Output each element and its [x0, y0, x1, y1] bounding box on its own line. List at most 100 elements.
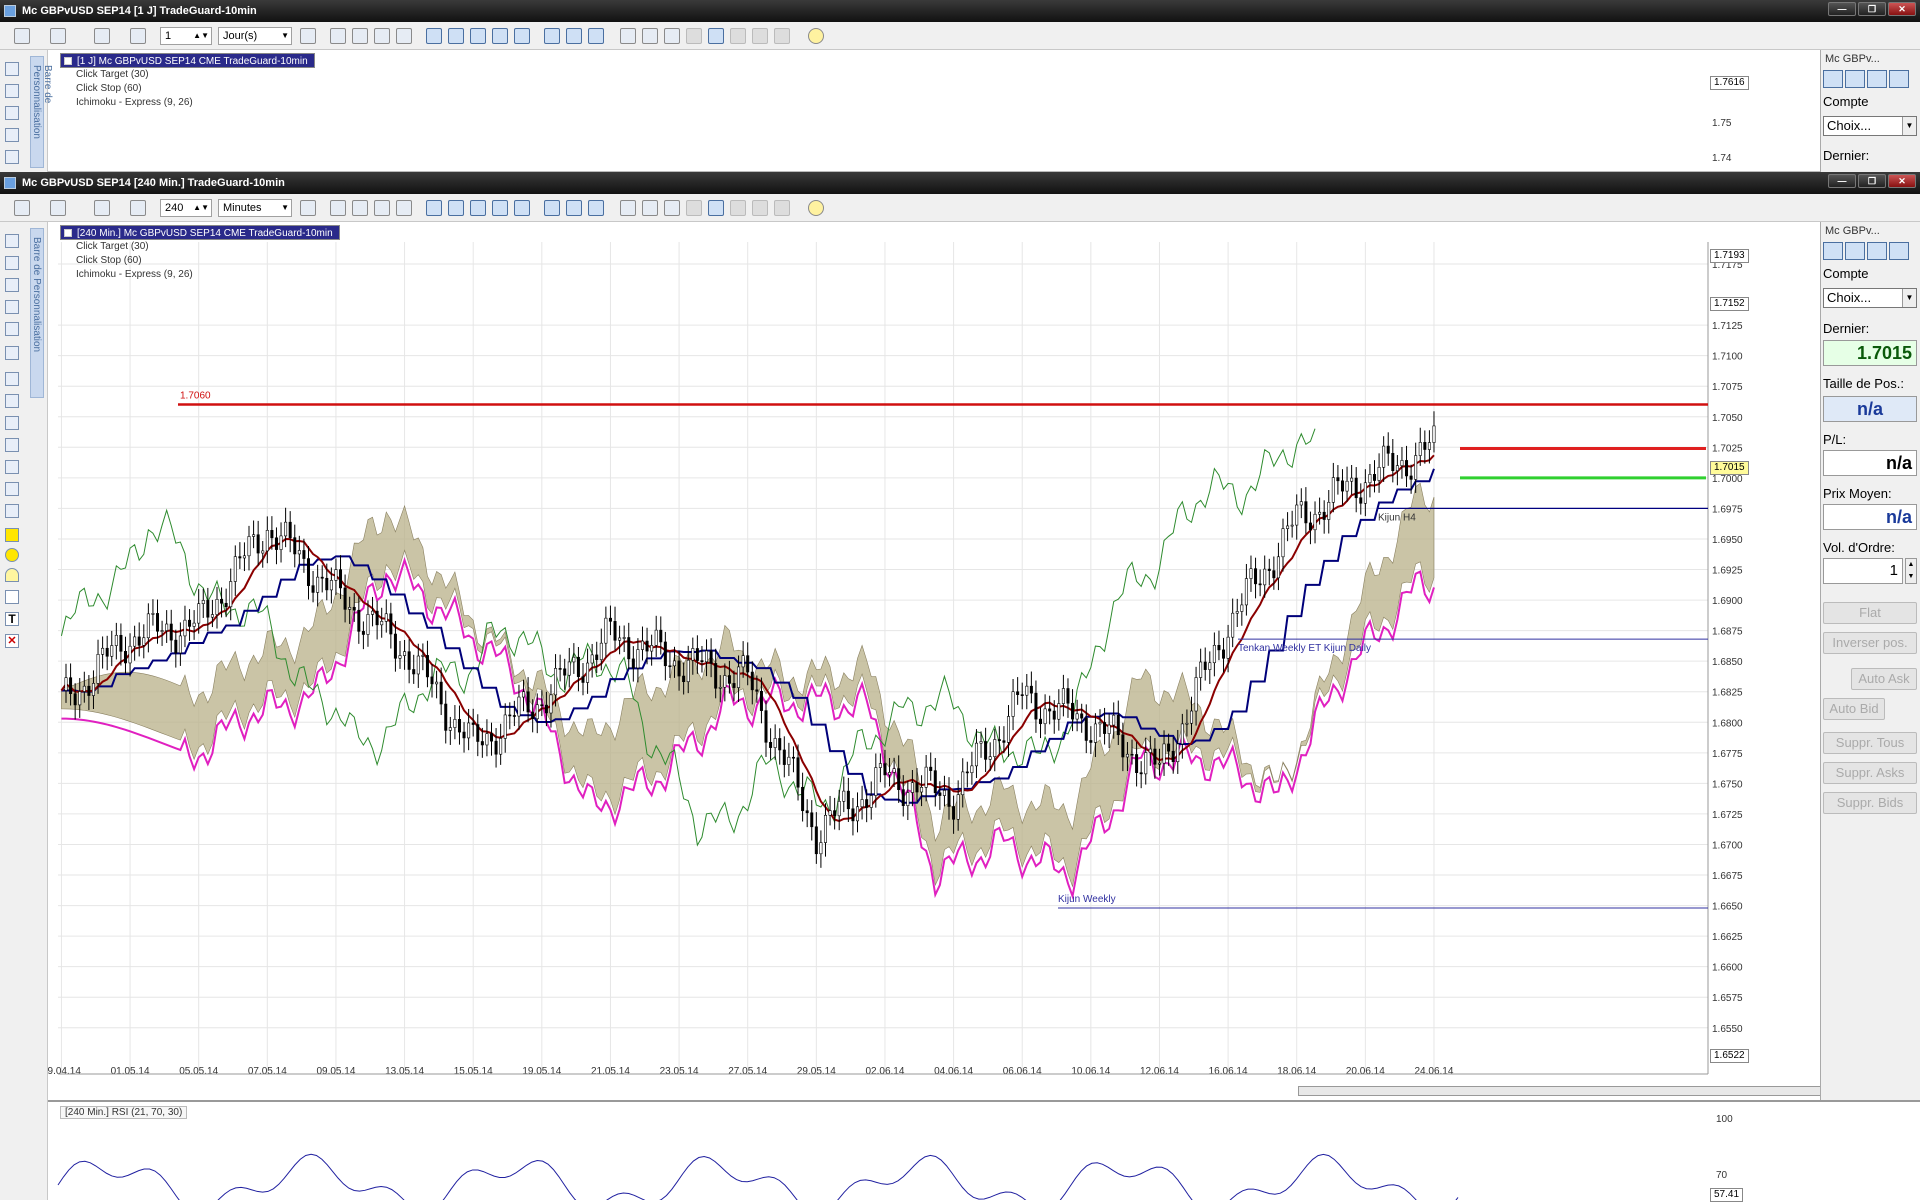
- chart-type-icon[interactable]: [94, 200, 110, 216]
- measure-tool-icon[interactable]: [5, 150, 19, 164]
- vol-ordre-input[interactable]: 1: [1823, 558, 1903, 584]
- open-icon[interactable]: [50, 28, 66, 44]
- rsi-panel[interactable]: [240 Min.] RSI (21, 70, 30) 100 70 57.41: [48, 1100, 1920, 1202]
- inverser-pos-button[interactable]: Inverser pos.: [1823, 632, 1917, 654]
- trend-tool-3-icon[interactable]: [588, 200, 604, 216]
- interval-unit-select[interactable]: Jour(s) ▼: [218, 27, 292, 45]
- properties-icon[interactable]: [448, 200, 464, 216]
- template-icon[interactable]: [514, 28, 530, 44]
- customization-strip[interactable]: Barre de Personnalisation: [30, 56, 53, 168]
- auto-bid-button[interactable]: Auto Bid: [1823, 698, 1885, 720]
- panel-tool-icon[interactable]: [1867, 242, 1887, 260]
- draw-tool-2-icon[interactable]: [5, 416, 19, 430]
- pointer-icon[interactable]: [642, 200, 658, 216]
- close-button[interactable]: ✕: [1888, 174, 1916, 188]
- hand-icon[interactable]: [708, 28, 724, 44]
- fib-tool-icon[interactable]: [5, 84, 19, 98]
- line-draw-icon[interactable]: [5, 590, 19, 604]
- save-icon[interactable]: [14, 200, 30, 216]
- tick-icon[interactable]: [664, 28, 680, 44]
- indicator-icon[interactable]: [426, 200, 442, 216]
- sell-icon[interactable]: [752, 28, 768, 44]
- restore-button[interactable]: ❐: [1858, 174, 1886, 188]
- interval-clock-icon[interactable]: [130, 200, 146, 216]
- indicator-icon[interactable]: [426, 28, 442, 44]
- pan-icon[interactable]: [396, 28, 412, 44]
- tick-icon[interactable]: [664, 200, 680, 216]
- zoom-out-icon[interactable]: [352, 200, 368, 216]
- suppr-bids-button[interactable]: Suppr. Bids: [1823, 792, 1917, 814]
- draw-tool-6-icon[interactable]: [5, 504, 19, 518]
- arc-tool-icon[interactable]: [5, 568, 19, 582]
- wave-icon[interactable]: [686, 28, 702, 44]
- undo-zoom-icon[interactable]: [374, 200, 390, 216]
- pattern-tool-icon[interactable]: [5, 300, 19, 314]
- line-tool-icon[interactable]: [5, 234, 19, 248]
- interval-value-select[interactable]: 1 ▲▼: [160, 27, 212, 45]
- draw-tool-4-icon[interactable]: [5, 460, 19, 474]
- panel-tool-icon[interactable]: [1889, 70, 1909, 88]
- measure-tool-icon[interactable]: [5, 322, 19, 336]
- flag-icon[interactable]: [620, 28, 636, 44]
- rectangle-tool-icon[interactable]: [5, 528, 19, 542]
- draw-tool-1-icon[interactable]: [5, 394, 19, 408]
- minimize-button[interactable]: —: [1828, 2, 1856, 16]
- panel-tool-icon[interactable]: [1889, 242, 1909, 260]
- fib-tool-icon[interactable]: [5, 256, 19, 270]
- cancel-orders-icon[interactable]: [774, 28, 790, 44]
- log-scale-icon[interactable]: [5, 372, 19, 386]
- auto-ask-button[interactable]: Auto Ask: [1851, 668, 1917, 690]
- flag-icon[interactable]: [620, 200, 636, 216]
- trend-tool-2-icon[interactable]: [566, 28, 582, 44]
- suppr-tous-button[interactable]: Suppr. Tous: [1823, 732, 1917, 754]
- horizontal-scrollbar[interactable]: [1298, 1086, 1848, 1096]
- zoom-in-icon[interactable]: [330, 200, 346, 216]
- suppr-asks-button[interactable]: Suppr. Asks: [1823, 762, 1917, 784]
- channel-tool-icon[interactable]: [5, 106, 19, 120]
- top-chart-area[interactable]: [1 J] Mc GBPvUSD SEP14 CME TradeGuard-10…: [48, 50, 1820, 172]
- remove-icon[interactable]: [470, 28, 486, 44]
- chart-type-icon[interactable]: [94, 28, 110, 44]
- buy-icon[interactable]: [730, 28, 746, 44]
- minimize-button[interactable]: —: [1828, 174, 1856, 188]
- interval-clock-icon[interactable]: [130, 28, 146, 44]
- remove-icon[interactable]: [470, 200, 486, 216]
- trend-tool-icon[interactable]: [544, 28, 560, 44]
- price-chart-svg[interactable]: 1.71751.71251.71001.70751.70501.70251.70…: [48, 222, 1820, 1102]
- interval-unit-select[interactable]: Minutes ▼: [218, 199, 292, 217]
- refresh-icon[interactable]: [300, 28, 316, 44]
- restore-button[interactable]: ❐: [1858, 2, 1886, 16]
- trend-tool-icon[interactable]: [544, 200, 560, 216]
- compte-select[interactable]: Choix... ▼: [1823, 288, 1917, 308]
- cancel-orders-icon[interactable]: [774, 200, 790, 216]
- draw-tool-5-icon[interactable]: [5, 482, 19, 496]
- top-compte-select[interactable]: Choix... ▼: [1823, 116, 1917, 136]
- zoom-out-icon[interactable]: [352, 28, 368, 44]
- panel-tool-icon[interactable]: [1867, 70, 1887, 88]
- customization-strip[interactable]: Barre de Personnalisation: [30, 228, 44, 398]
- draw-tool-3-icon[interactable]: [5, 438, 19, 452]
- panel-tool-icon[interactable]: [1845, 242, 1865, 260]
- properties-icon[interactable]: [448, 28, 464, 44]
- trend-tool-3-icon[interactable]: [588, 28, 604, 44]
- y-axis-icon[interactable]: [492, 28, 508, 44]
- refresh-icon[interactable]: [300, 200, 316, 216]
- panel-tool-icon[interactable]: [1823, 242, 1843, 260]
- top-legend-header[interactable]: [1 J] Mc GBPvUSD SEP14 CME TradeGuard-10…: [60, 53, 315, 68]
- trend-tool-2-icon[interactable]: [566, 200, 582, 216]
- sell-icon[interactable]: [752, 200, 768, 216]
- interval-value-select[interactable]: 240 ▲▼: [160, 199, 212, 217]
- gann-tool-icon[interactable]: [5, 346, 19, 360]
- buy-icon[interactable]: [730, 200, 746, 216]
- pointer-icon[interactable]: [642, 28, 658, 44]
- panel-tool-icon[interactable]: [1845, 70, 1865, 88]
- flat-button[interactable]: Flat: [1823, 602, 1917, 624]
- main-legend-header[interactable]: [240 Min.] Mc GBPvUSD SEP14 CME TradeGua…: [60, 225, 340, 240]
- delete-drawings-icon[interactable]: ✕: [5, 634, 19, 648]
- alarm-icon[interactable]: [808, 200, 824, 216]
- line-tool-icon[interactable]: [5, 62, 19, 76]
- close-button[interactable]: ✕: [1888, 2, 1916, 16]
- hand-icon[interactable]: [708, 200, 724, 216]
- template-icon[interactable]: [514, 200, 530, 216]
- pan-icon[interactable]: [396, 200, 412, 216]
